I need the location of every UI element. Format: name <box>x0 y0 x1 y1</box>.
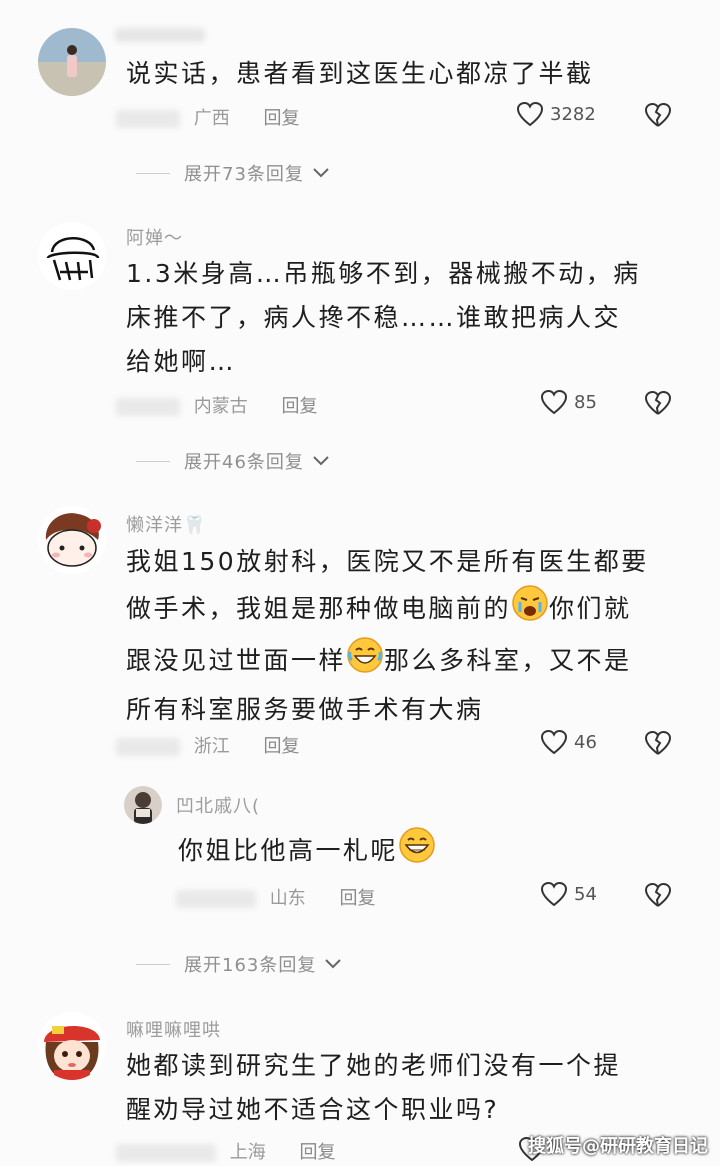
like-button[interactable]: 3282 <box>516 101 596 127</box>
like-button[interactable]: 46 <box>540 729 597 755</box>
comment-line: 做手术，我姐是那种做电脑前的 你们就 <box>126 584 649 636</box>
comment-line: 我姐150放射科，医院又不是所有医生都要 <box>126 547 649 576</box>
heart-outline-icon <box>540 729 568 755</box>
reply-button[interactable]: 回复 <box>299 1142 335 1163</box>
comment-line: 她都读到研究生了她的老师们没有一个提 <box>126 1051 622 1080</box>
username[interactable]: 嘛哩嘛哩哄 <box>126 1016 221 1042</box>
like-count: 3282 <box>550 103 596 125</box>
broken-heart-icon <box>644 882 672 907</box>
location: 内蒙古 <box>193 396 248 417</box>
location: 浙江 <box>193 736 230 757</box>
chevron-down-icon <box>325 959 342 969</box>
crying-face-emoji <box>511 584 549 636</box>
heart-outline-icon <box>516 101 544 127</box>
like-count: 46 <box>574 731 597 753</box>
dislike-button[interactable] <box>644 390 672 420</box>
timestamp-redacted <box>116 738 180 756</box>
dislike-button[interactable] <box>644 102 672 132</box>
watermark: 搜狐号@研研教育日记 <box>528 1136 708 1157</box>
reply-button[interactable]: 回复 <box>281 396 317 417</box>
username[interactable]: 凹北戚八( <box>176 792 260 818</box>
comment-meta: 内蒙古 回复 <box>116 392 317 418</box>
comment-line: 所有科室服务要做手术有大病 <box>126 695 484 724</box>
expand-label: 展开46条回复 <box>184 452 304 473</box>
like-button[interactable]: 54 <box>540 881 597 907</box>
broken-heart-icon <box>644 730 672 755</box>
avatar[interactable] <box>38 28 106 96</box>
timestamp-redacted <box>176 890 256 908</box>
comment-meta: 上海 回复 <box>116 1138 335 1164</box>
location: 山东 <box>269 888 306 909</box>
avatar[interactable] <box>38 222 106 290</box>
location: 上海 <box>229 1142 266 1163</box>
reply-button[interactable]: 回复 <box>263 108 299 129</box>
comment-line: 跟没见过世面一样 那么多科室，又不是 <box>126 636 649 688</box>
comment-meta: 广西 回复 <box>116 104 299 130</box>
broken-heart-icon <box>644 102 672 127</box>
username[interactable]: 懒洋洋🦷 <box>126 511 206 537</box>
reply-button[interactable]: 回复 <box>263 736 299 757</box>
expand-replies[interactable]: 展开73条回复 <box>136 160 330 186</box>
heart-outline-icon <box>540 881 568 907</box>
dislike-button[interactable] <box>644 882 672 912</box>
comment-line: 1.3米身高…吊瓶够不到，器械搬不动，病 <box>126 259 641 288</box>
comment-text: 1.3米身高…吊瓶够不到，器械搬不动，病 床推不了，病人搀不稳……谁敢把病人交 … <box>126 252 641 384</box>
avatar[interactable] <box>38 506 106 574</box>
chevron-down-icon <box>313 168 329 178</box>
dislike-button[interactable] <box>644 730 672 760</box>
like-button[interactable]: 85 <box>540 389 597 415</box>
expand-label: 展开163条回复 <box>184 955 317 976</box>
comment-line: 给她啊… <box>126 347 237 376</box>
timestamp-redacted <box>116 1144 216 1162</box>
timestamp-redacted <box>116 110 180 128</box>
comment-text: 她都读到研究生了她的老师们没有一个提 醒劝导过她不适合这个职业吗? <box>126 1044 621 1132</box>
timestamp-redacted <box>116 398 180 416</box>
comment-meta: 浙江 回复 <box>116 732 299 758</box>
laughing-tears-emoji <box>346 636 384 688</box>
like-count: 85 <box>574 391 597 413</box>
comment-meta: 山东 回复 <box>176 884 375 910</box>
heart-outline-icon <box>540 389 568 415</box>
avatar[interactable] <box>124 786 162 824</box>
reply-button[interactable]: 回复 <box>339 888 375 909</box>
expand-label: 展开73条回复 <box>184 164 304 185</box>
expand-replies[interactable]: 展开46条回复 <box>136 448 330 474</box>
location: 广西 <box>193 108 230 129</box>
broken-heart-icon <box>644 390 672 415</box>
comment-line: 床推不了，病人搀不稳……谁敢把病人交 <box>126 303 622 332</box>
grinning-face-emoji <box>398 826 436 878</box>
comment-text: 你姐比他高一札呢 <box>178 826 436 878</box>
chevron-down-icon <box>313 456 329 466</box>
avatar[interactable] <box>38 1012 106 1080</box>
comment-text: 说实话，患者看到这医生心都凉了半截 <box>126 59 594 88</box>
expand-replies[interactable]: 展开163条回复 <box>136 951 342 977</box>
like-count: 54 <box>574 883 597 905</box>
comment-line: 醒劝导过她不适合这个职业吗? <box>126 1095 500 1124</box>
username-redacted <box>115 28 205 42</box>
username[interactable]: 阿婵～ <box>126 224 183 250</box>
comment-text: 我姐150放射科，医院又不是所有医生都要 做手术，我姐是那种做电脑前的 你们就 跟… <box>126 540 649 732</box>
